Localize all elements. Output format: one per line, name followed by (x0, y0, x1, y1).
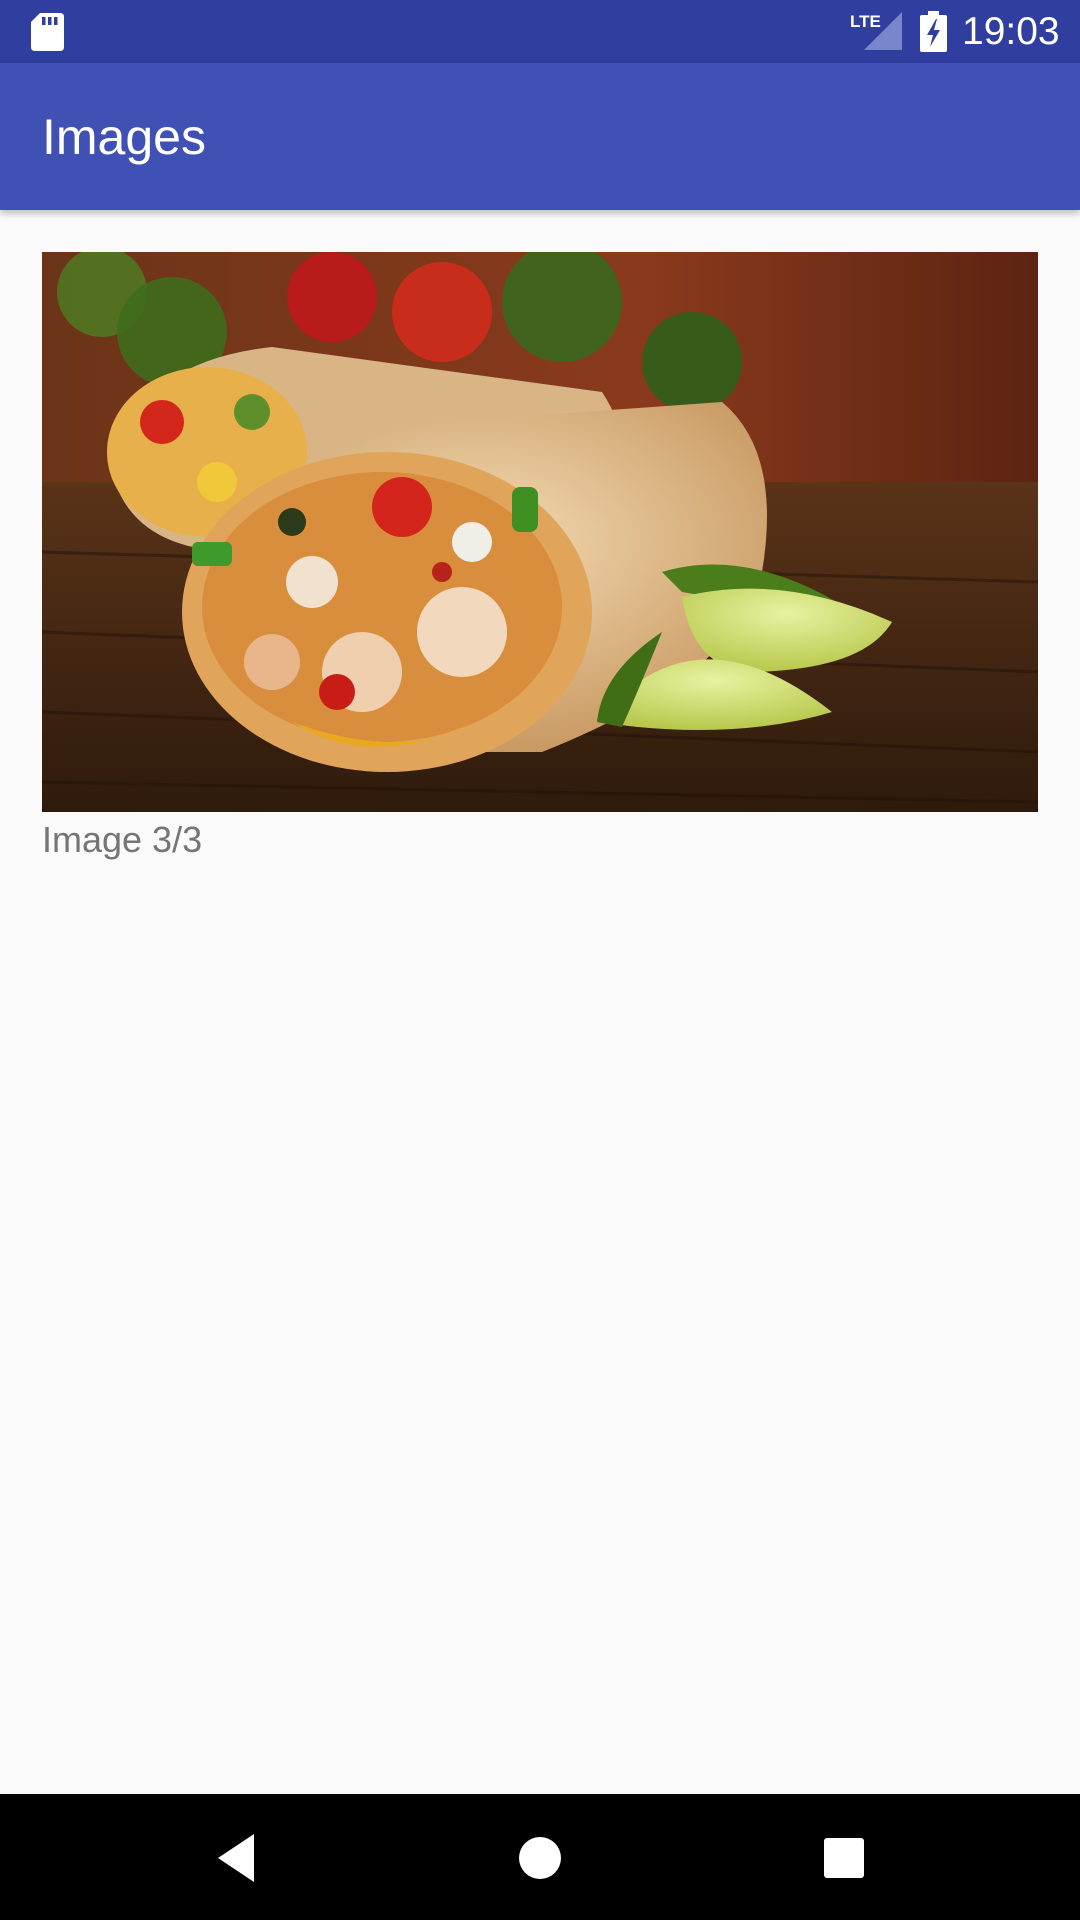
content-area: Image 3/3 (0, 210, 1080, 1794)
image-caption: Image 3/3 (42, 819, 203, 860)
lte-signal-icon: LTE (850, 12, 902, 50)
lte-label: LTE (850, 12, 881, 31)
navigation-bar (0, 1794, 1080, 1920)
back-icon[interactable] (206, 1828, 266, 1888)
burrito-photo[interactable] (42, 252, 1038, 812)
battery-charging-icon (920, 11, 947, 52)
app-bar: Images (0, 63, 1080, 210)
home-icon[interactable] (510, 1828, 570, 1888)
status-clock: 19:03 (962, 10, 1060, 53)
page-title: Images (42, 109, 206, 165)
sd-card-icon (31, 13, 64, 51)
status-bar: LTE 19:03 (0, 0, 1080, 63)
photo-illustration (42, 252, 1038, 812)
recents-icon[interactable] (814, 1828, 874, 1888)
